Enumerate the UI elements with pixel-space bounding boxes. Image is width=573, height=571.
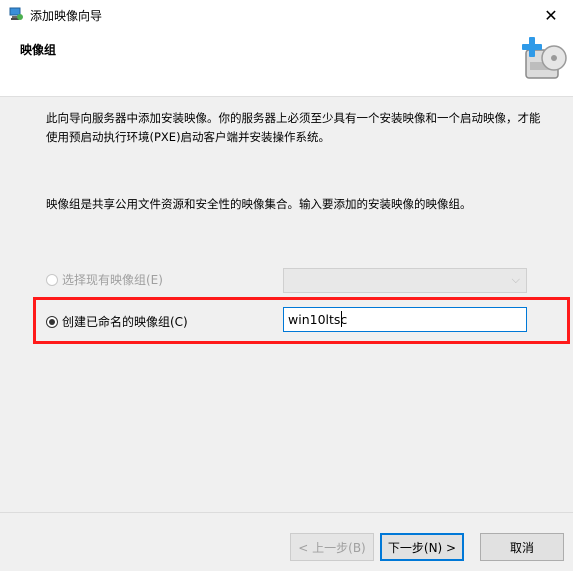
cancel-button[interactable]: 取消 (480, 533, 564, 561)
text-caret (341, 311, 342, 327)
existing-group-label: 选择现有映像组(E) (62, 273, 163, 287)
new-group-option[interactable]: 创建已命名的映像组(C) (46, 313, 188, 330)
existing-group-option: 选择现有映像组(E) (46, 271, 163, 288)
wizard-header: 映像组 (0, 30, 573, 97)
existing-group-radio (46, 273, 58, 286)
page-title: 映像组 (20, 43, 57, 57)
footer-divider (0, 512, 573, 513)
new-group-radio[interactable] (46, 315, 58, 328)
new-group-label[interactable]: 创建已命名的映像组(C) (62, 313, 188, 330)
existing-group-select: ⌵ (283, 268, 527, 293)
intro-text: 此向导向服务器中添加安装映像。你的服务器上必须至少具有一个安装映像和一个启动映像… (46, 111, 541, 144)
close-icon: ✕ (544, 5, 558, 25)
window-title: 添加映像向导 (30, 9, 103, 23)
server-icon (8, 6, 24, 22)
close-button[interactable]: ✕ (529, 0, 573, 30)
description-text: 映像组是共享公用文件资源和安全性的映像集合。输入要添加的安装映像的映像组。 (46, 197, 472, 211)
next-button[interactable]: 下一步(N) > (380, 533, 464, 561)
back-button[interactable]: < 上一步(B) (290, 533, 374, 561)
chevron-down-icon: ⌵ (511, 273, 520, 286)
title-bar: 添加映像向导 ✕ (0, 0, 573, 30)
add-image-icon (520, 32, 572, 84)
group-name-input[interactable] (283, 307, 527, 332)
